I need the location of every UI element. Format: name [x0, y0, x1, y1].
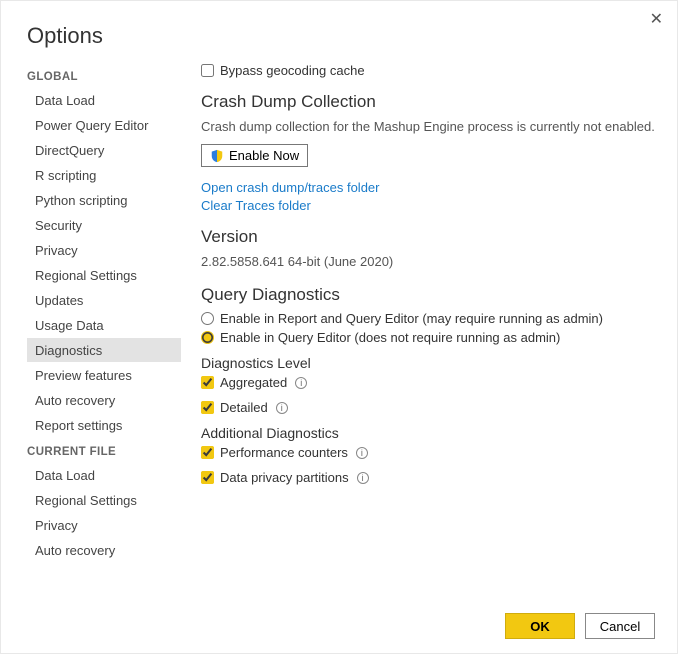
ok-button[interactable]: OK: [505, 613, 575, 639]
sidebar-group-header: GLOBAL: [27, 63, 181, 87]
sidebar-item-auto-recovery[interactable]: Auto recovery: [27, 388, 181, 412]
sidebar-item-data-load[interactable]: Data Load: [27, 88, 181, 112]
sidebar-item-regional-settings[interactable]: Regional Settings: [27, 488, 181, 512]
sidebar-item-updates[interactable]: Updates: [27, 288, 181, 312]
performance-counters-checkbox[interactable]: Performance counters i: [201, 445, 663, 460]
info-icon[interactable]: i: [276, 402, 288, 414]
aggregated-checkbox[interactable]: Aggregated i: [201, 375, 663, 390]
radio-enable-query-editor-label: Enable in Query Editor (does not require…: [220, 330, 560, 345]
radio-enable-report-editor-label: Enable in Report and Query Editor (may r…: [220, 311, 603, 326]
clear-traces-link[interactable]: Clear Traces folder: [201, 198, 663, 213]
bypass-geocoding-checkbox[interactable]: Bypass geocoding cache: [201, 63, 663, 78]
sidebar-item-regional-settings[interactable]: Regional Settings: [27, 263, 181, 287]
aggregated-label: Aggregated: [220, 375, 287, 390]
data-privacy-partitions-label: Data privacy partitions: [220, 470, 349, 485]
detailed-label: Detailed: [220, 400, 268, 415]
data-privacy-partitions-input[interactable]: [201, 471, 214, 484]
sidebar-item-report-settings[interactable]: Report settings: [27, 413, 181, 437]
sidebar-item-r-scripting[interactable]: R scripting: [27, 163, 181, 187]
sidebar-item-privacy[interactable]: Privacy: [27, 513, 181, 537]
sidebar-item-diagnostics[interactable]: Diagnostics: [27, 338, 181, 362]
additional-diagnostics-heading: Additional Diagnostics: [201, 425, 663, 441]
dialog-footer: OK Cancel: [505, 613, 655, 639]
sidebar-group-header: CURRENT FILE: [27, 438, 181, 462]
detailed-input[interactable]: [201, 401, 214, 414]
performance-counters-label: Performance counters: [220, 445, 348, 460]
sidebar-item-security[interactable]: Security: [27, 213, 181, 237]
radio-enable-query-editor[interactable]: Enable in Query Editor (does not require…: [201, 330, 663, 345]
radio-enable-report-editor-input[interactable]: [201, 312, 214, 325]
open-crash-dump-link[interactable]: Open crash dump/traces folder: [201, 180, 663, 195]
sidebar-item-data-load[interactable]: Data Load: [27, 463, 181, 487]
crash-dump-heading: Crash Dump Collection: [201, 92, 663, 112]
radio-enable-query-editor-input[interactable]: [201, 331, 214, 344]
aggregated-input[interactable]: [201, 376, 214, 389]
info-icon[interactable]: i: [357, 472, 369, 484]
sidebar-item-directquery[interactable]: DirectQuery: [27, 138, 181, 162]
query-diagnostics-heading: Query Diagnostics: [201, 285, 663, 305]
content-pane: Bypass geocoding cache Crash Dump Collec…: [181, 53, 667, 595]
performance-counters-input[interactable]: [201, 446, 214, 459]
sidebar: GLOBALData LoadPower Query EditorDirectQ…: [19, 53, 181, 595]
sidebar-item-python-scripting[interactable]: Python scripting: [27, 188, 181, 212]
crash-dump-desc: Crash dump collection for the Mashup Eng…: [201, 118, 663, 136]
sidebar-item-usage-data[interactable]: Usage Data: [27, 313, 181, 337]
bypass-geocoding-input[interactable]: [201, 64, 214, 77]
detailed-checkbox[interactable]: Detailed i: [201, 400, 663, 415]
info-icon[interactable]: i: [356, 447, 368, 459]
bypass-geocoding-label: Bypass geocoding cache: [220, 63, 365, 78]
enable-now-button[interactable]: Enable Now: [201, 144, 308, 167]
sidebar-item-privacy[interactable]: Privacy: [27, 238, 181, 262]
sidebar-item-preview-features[interactable]: Preview features: [27, 363, 181, 387]
enable-now-label: Enable Now: [229, 148, 299, 163]
sidebar-item-power-query-editor[interactable]: Power Query Editor: [27, 113, 181, 137]
diagnostics-level-heading: Diagnostics Level: [201, 355, 663, 371]
radio-enable-report-editor[interactable]: Enable in Report and Query Editor (may r…: [201, 311, 663, 326]
version-heading: Version: [201, 227, 663, 247]
close-icon[interactable]: ✕: [650, 9, 663, 29]
version-value: 2.82.5858.641 64-bit (June 2020): [201, 253, 663, 271]
data-privacy-partitions-checkbox[interactable]: Data privacy partitions i: [201, 470, 663, 485]
info-icon[interactable]: i: [295, 377, 307, 389]
sidebar-item-auto-recovery[interactable]: Auto recovery: [27, 538, 181, 562]
shield-icon: [210, 149, 224, 163]
dialog-title: Options: [1, 1, 677, 53]
cancel-button[interactable]: Cancel: [585, 613, 655, 639]
